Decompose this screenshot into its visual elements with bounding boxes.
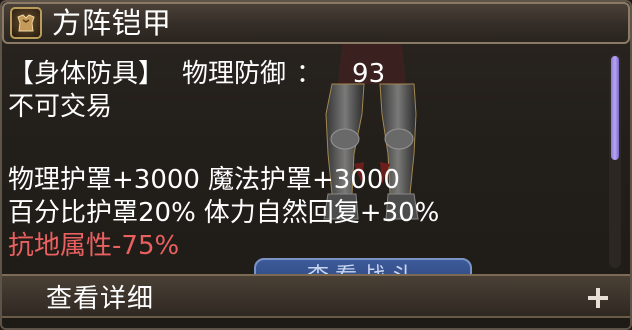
- scroll-thumb[interactable]: [611, 56, 619, 160]
- earth-resist-label: 抗地属性: [8, 231, 113, 261]
- bottom-edge: [2, 318, 630, 328]
- defense-label: 物理防御: [182, 59, 287, 89]
- view-details-label: 查看详细: [46, 283, 155, 314]
- view-details-bar[interactable]: 查看详细: [2, 274, 630, 318]
- stamina-regen: 体力自然回复+30%: [203, 198, 440, 228]
- defense-value: 93: [352, 59, 386, 89]
- scrollbar[interactable]: [609, 54, 621, 268]
- defense-colon: ：: [296, 59, 323, 89]
- earth-resist-value: -75%: [112, 231, 180, 261]
- equipment-slot: 【身体防具】: [8, 59, 165, 89]
- item-tooltip: 方阵铠甲 【身体防具】 物理防御： 93 不可交易 物理护罩+3000 魔法护罩…: [0, 0, 632, 330]
- magic-shield: 魔法护罩+3000: [207, 165, 400, 195]
- shield-row-1: 物理护罩+3000 魔法护罩+3000: [8, 164, 608, 197]
- percent-shield: 百分比护罩20%: [8, 198, 196, 228]
- trade-status: 不可交易: [8, 92, 113, 122]
- shield-row-2: 百分比护罩20% 体力自然回复+30%: [8, 197, 608, 230]
- item-stats: 【身体防具】 物理防御 ： 93 不可交易 物理护罩+3000 魔法护罩+3000 百分…: [8, 58, 608, 263]
- item-name: 方阵铠甲: [52, 5, 173, 40]
- armor-item-icon: [10, 7, 42, 39]
- title-bar: 方阵铠甲: [2, 2, 630, 44]
- physical-shield: 物理护罩+3000: [8, 165, 200, 195]
- plus-icon[interactable]: [586, 286, 610, 310]
- defense-row: 【身体防具】 物理防御 ： 93: [8, 58, 608, 91]
